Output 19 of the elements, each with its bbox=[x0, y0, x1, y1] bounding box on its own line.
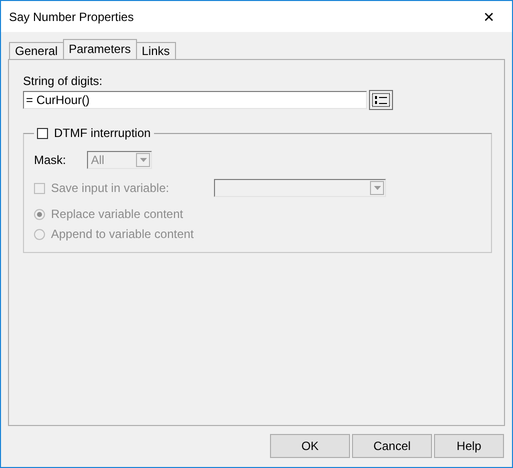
checkbox[interactable] bbox=[37, 128, 48, 138]
radio-label: Append to variable content bbox=[51, 227, 194, 241]
tab[interactable]: Links bbox=[136, 42, 176, 59]
dialog-button[interactable]: Cancel bbox=[352, 434, 432, 458]
caret-icon bbox=[370, 181, 384, 195]
radio-label: Replace variable content bbox=[51, 207, 184, 221]
field-label: String of digits: bbox=[23, 73, 104, 90]
window-title: Say Number Properties bbox=[9, 10, 134, 24]
dialog-button[interactable]: OK bbox=[270, 434, 350, 458]
input-field[interactable]: = CurHour() bbox=[23, 91, 367, 109]
variable-dropdown[interactable] bbox=[214, 179, 386, 197]
expression-button[interactable] bbox=[369, 90, 393, 110]
dialog-button[interactable]: Help bbox=[434, 434, 504, 458]
field-label: Mask: bbox=[34, 153, 68, 167]
checkbox-label: DTMF interruption bbox=[54, 126, 151, 140]
caret-icon bbox=[136, 153, 150, 167]
list-icon bbox=[372, 93, 390, 107]
tab[interactable]: General bbox=[9, 42, 64, 59]
checkbox-label: Save input in variable: bbox=[51, 181, 170, 195]
